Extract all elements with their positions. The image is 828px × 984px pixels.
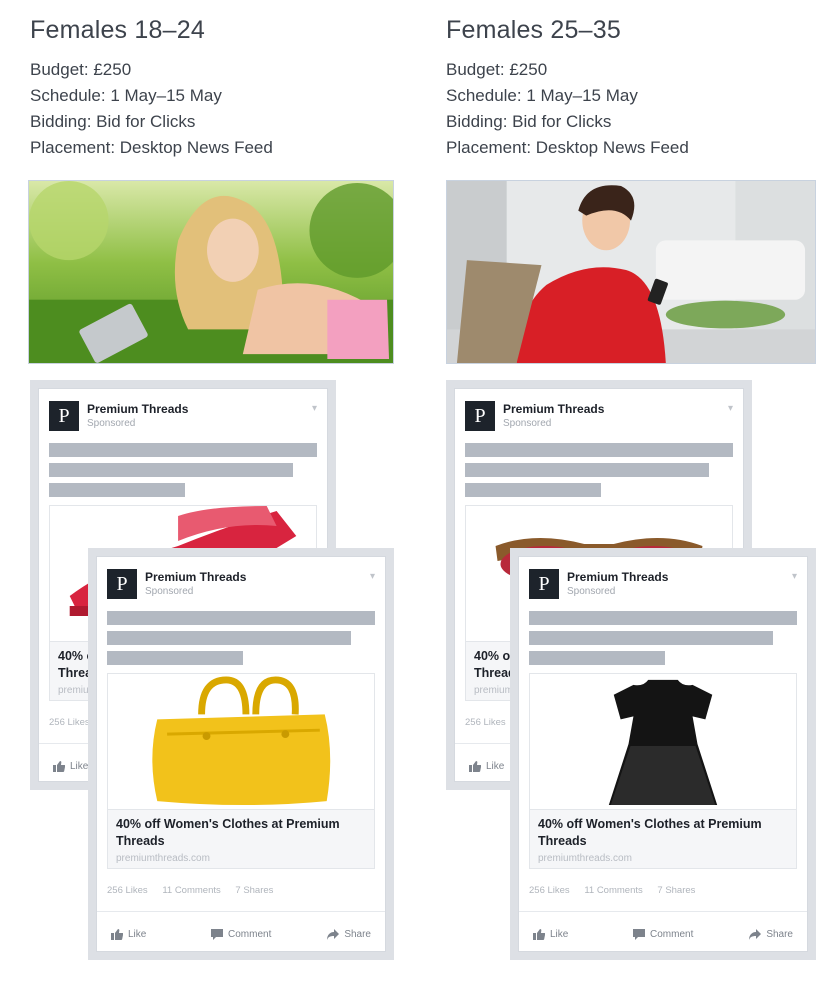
comments-count: 11 Comments [584,885,643,896]
product-image [529,673,797,810]
likes-count: 256 Likes [465,717,506,728]
brand-name: Premium Threads [145,570,247,584]
brand-logo: P [529,569,559,599]
comment-label: Comment [650,929,694,940]
text-placeholder-bar [49,483,185,497]
likes-count: 256 Likes [529,885,570,896]
thumbs-up-icon [533,929,545,940]
like-button[interactable]: Like [469,761,504,772]
ad-url: premiumthreads.com [538,853,632,864]
text-placeholder-bar [529,651,665,665]
like-button[interactable]: Like [53,761,88,772]
sponsored-label: Sponsored [503,418,552,429]
ad-preview-front: P Premium Threads Sponsored ▾ 40% off Wo… [88,548,394,960]
sponsored-label: Sponsored [87,418,136,429]
sponsored-label: Sponsored [567,586,616,597]
audience-photo-woman-with-phone [446,180,816,364]
text-placeholder-bar [465,483,601,497]
brand-name: Premium Threads [567,570,669,584]
comment-label: Comment [228,929,272,940]
bidding-text: Bidding: Bid for Clicks [30,112,196,131]
brand-name: Premium Threads [503,402,605,416]
like-button[interactable]: Like [111,929,146,940]
schedule-text: Schedule: 1 May–15 May [30,86,222,105]
brand-name: Premium Threads [87,402,189,416]
chevron-down-icon[interactable]: ▾ [312,403,317,414]
ad-card: P Premium Threads Sponsored ▾ 40% off Wo… [518,556,808,952]
yellow-handbag-icon [152,676,331,806]
audience-column-left: Females 18–24 Budget: £250 Schedule: 1 M… [0,0,400,984]
text-placeholder-bar [529,631,773,645]
brand-logo: P [49,401,79,431]
thumbs-up-icon [53,761,65,772]
chevron-down-icon[interactable]: ▾ [370,571,375,582]
chevron-down-icon[interactable]: ▾ [792,571,797,582]
text-placeholder-bar [49,463,293,477]
text-placeholder-bar [107,631,351,645]
audience-title: Females 18–24 [30,16,205,44]
engagement-stats: 256 Likes 11 Comments 7 Shares [107,885,285,896]
engagement-stats: 256 Likes 11 Comments 7 Shares [529,885,707,896]
brand-logo: P [107,569,137,599]
black-dress-icon [608,679,718,806]
audience-photo-woman-on-grass [28,180,394,364]
like-label: Like [128,929,147,940]
like-label: Like [550,929,569,940]
shares-count: 7 Shares [657,885,696,896]
ad-headline[interactable]: 40% off Women's Clothes at Premium Threa… [538,816,778,850]
share-button[interactable]: Share [327,929,371,940]
like-label: Like [70,761,89,772]
like-button[interactable]: Like [533,929,568,940]
comments-count: 11 Comments [162,885,221,896]
ad-headline[interactable]: 40% off Women's Clothes at Premium Threa… [116,816,356,850]
comment-icon [211,929,223,940]
ad-url: premiumthreads.com [116,853,210,864]
text-placeholder-bar [465,443,733,457]
text-placeholder-bar [49,443,317,457]
link-preview[interactable]: 40% off Women's Clothes at Premium Threa… [107,809,375,869]
comment-button[interactable]: Comment [633,929,693,940]
chevron-down-icon[interactable]: ▾ [728,403,733,414]
ad-preview-front: P Premium Threads Sponsored ▾ 40% off Wo… [510,548,816,960]
divider [519,911,807,912]
audience-column-right: Females 25–35 Budget: £250 Schedule: 1 M… [416,0,816,984]
comment-icon [633,929,645,940]
action-bar: Like Comment Share [111,929,371,945]
bidding-text: Bidding: Bid for Clicks [446,112,612,131]
product-image [107,673,375,810]
share-label: Share [344,929,371,940]
link-preview[interactable]: 40% off Women's Clothes at Premium Threa… [529,809,797,869]
share-button[interactable]: Share [749,929,793,940]
likes-count: 256 Likes [49,717,90,728]
text-placeholder-bar [529,611,797,625]
like-label: Like [486,761,505,772]
placement-text: Placement: Desktop News Feed [30,138,273,157]
budget-text: Budget: £250 [30,60,132,79]
audience-title: Females 25–35 [446,16,621,44]
comment-button[interactable]: Comment [211,929,271,940]
placement-text: Placement: Desktop News Feed [446,138,689,157]
shares-count: 7 Shares [235,885,274,896]
share-label: Share [766,929,793,940]
divider [97,911,385,912]
schedule-text: Schedule: 1 May–15 May [446,86,638,105]
thumbs-up-icon [111,929,123,940]
thumbs-up-icon [469,761,481,772]
ad-card: P Premium Threads Sponsored ▾ 40% off Wo… [96,556,386,952]
likes-count: 256 Likes [107,885,148,896]
text-placeholder-bar [465,463,709,477]
text-placeholder-bar [107,651,243,665]
action-bar: Like Comment Share [533,929,793,945]
brand-logo: P [465,401,495,431]
text-placeholder-bar [107,611,375,625]
share-arrow-icon [749,929,762,940]
share-arrow-icon [327,929,340,940]
budget-text: Budget: £250 [446,60,548,79]
sponsored-label: Sponsored [145,586,194,597]
